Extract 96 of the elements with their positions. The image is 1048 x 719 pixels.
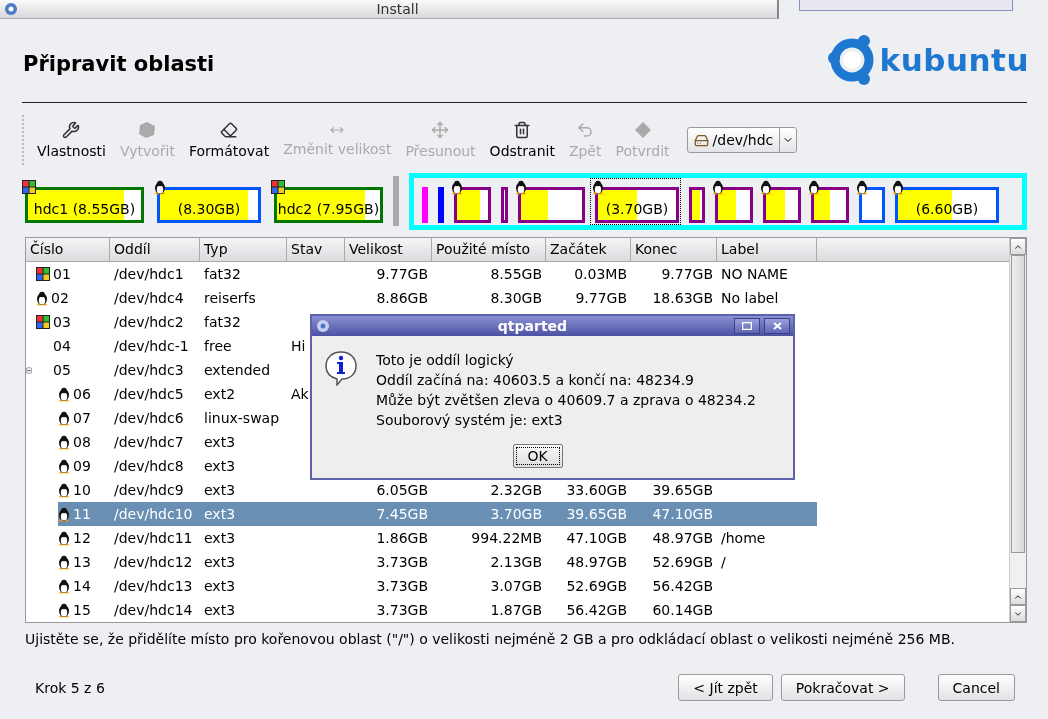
table-cell: 02 [51,290,69,306]
dialog-message-line: Toto je oddíl logický [376,351,515,370]
table-cell: 60.14GB [652,602,713,618]
table-cell: 05 [53,362,71,378]
table-cell: / [721,554,726,570]
table-cell: 3.70GB [490,506,542,522]
table-cell: ext3 [204,482,236,498]
table-cell: ext3 [204,578,236,594]
table-cell: 6.05GB [376,482,428,498]
table-cell: ext3 [204,554,236,570]
table-cell: linux-swap [204,410,280,426]
table-cell: 994.22MB [471,530,542,546]
table-cell: 7.45GB [376,506,428,522]
table-cell: 9.77GB [376,266,428,282]
dialog-message-line: Souborový systém je: ext3 [376,411,564,430]
table-cell: Ak [291,386,309,402]
step-indicator: Krok 5 z 6 [35,679,106,696]
table-cell: 56.42GB [566,602,627,618]
table-cell: 52.69GB [652,554,713,570]
table-cell: 52.69GB [566,578,627,594]
table-cell: extended [204,362,270,378]
partition-size-label: (3.70GB) [604,200,670,219]
table-cell: /dev/hdc2 [114,314,184,330]
table-cell: 10 [73,482,91,498]
table-cell: ext3 [204,506,236,522]
table-cell: ext3 [204,602,236,618]
table-cell: reiserfs [204,290,256,306]
table-cell: 3.73GB [376,554,428,570]
table-cell: /dev/hdc14 [114,602,193,618]
table-cell: 2.13GB [490,554,542,570]
table-cell: 8.55GB [490,266,542,282]
table-cell: 48.97GB [566,554,627,570]
table-cell: 3.07GB [490,578,542,594]
table-cell: 03 [53,314,71,330]
table-cell: 15 [73,602,91,618]
table-cell: ext2 [204,386,236,402]
window-title: Install [375,1,420,17]
table-cell: /dev/hdc3 [114,362,184,378]
table-cell: 0.03MB [574,266,627,282]
table-cell: 47.10GB [652,506,713,522]
table-cell: Hi [291,338,306,354]
table-cell: 8.30GB [490,290,542,306]
table-cell: 39.65GB [652,482,713,498]
logo-wordmark: kubuntu [879,42,1029,78]
table-cell: 47.10GB [566,530,627,546]
table-cell: 01 [53,266,71,282]
table-cell: ext3 [204,434,236,450]
table-cell: 11 [73,506,91,522]
dialog-message-line: Oddíl začíná na: 40603.5 a končí na: 48234.9 [376,371,696,390]
table-cell: 08 [73,434,91,450]
table-cell: /dev/hdc13 [114,578,193,594]
table-cell: ext3 [204,530,236,546]
table-cell: 8.86GB [376,290,428,306]
table-cell: /dev/hdc9 [114,482,184,498]
table-cell: 33.60GB [566,482,627,498]
table-cell: 1.87GB [490,602,542,618]
partition-size-label: (8.30GB) [176,200,242,219]
table-cell: fat32 [204,266,241,282]
table-cell: NO NAME [721,266,788,282]
table-cell: /dev/hdc11 [114,530,193,546]
table-cell: 04 [53,338,71,354]
table-cell: ext3 [204,458,236,474]
table-cell: /dev/hdc-1 [114,338,189,354]
table-cell: /dev/hdc8 [114,458,184,474]
table-cell: 06 [73,386,91,402]
table-cell: 3.73GB [376,578,428,594]
table-cell: /dev/hdc7 [114,434,184,450]
table-cell: free [204,338,232,354]
table-cell: /dev/hdc5 [114,386,184,402]
table-cell: 1.86GB [376,530,428,546]
table-cell: 12 [73,530,91,546]
device-label: /dev/hdc [687,132,780,148]
table-cell: 48.97GB [652,530,713,546]
dialog-message-line: Může být zvětšen zleva o 40609.7 a zprava o 48234.2 [376,391,756,410]
table-cell: /home [721,530,766,546]
table-cell: 07 [73,410,91,426]
table-cell: /dev/hdc10 [114,506,193,522]
table-cell: /dev/hdc4 [114,290,184,306]
table-cell: /dev/hdc12 [114,554,193,570]
table-cell: 2.32GB [490,482,542,498]
page-title: Připravit oblasti [22,51,215,76]
table-cell: 39.65GB [566,506,627,522]
table-cell: 13 [73,554,91,570]
table-cell: 9.77GB [575,290,627,306]
table-cell: /dev/hdc6 [114,410,184,426]
table-cell: 3.73GB [376,602,428,618]
table-cell: fat32 [204,314,241,330]
hint-text: Ujistěte se, že přidělíte místo pro kořenovou oblast ("/") o velikosti nejméně 2 GB a pro odkládací oblast o velikosti nejméně 256 MB. [25,631,956,647]
table-cell: 56.42GB [652,578,713,594]
dialog-title: qtparted [496,318,569,334]
table-cell: 18.63GB [652,290,713,306]
table-cell: 14 [73,578,91,594]
table-cell: /dev/hdc1 [114,266,184,282]
table-cell: No label [721,290,779,306]
table-cell: 09 [73,458,91,474]
table-cell: 9.77GB [661,266,713,282]
